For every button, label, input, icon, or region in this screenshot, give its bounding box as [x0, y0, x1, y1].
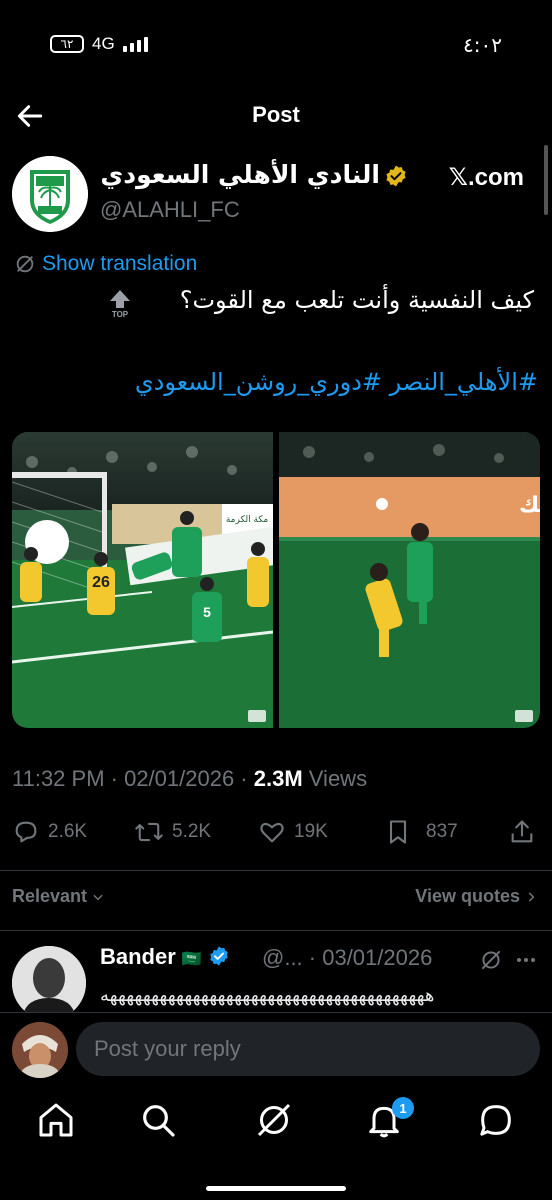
scrollbar[interactable] [544, 145, 548, 215]
status-bar: ٦٢ 4G ٤:٠٢ [0, 0, 552, 90]
bookmark-count: 837 [426, 821, 458, 842]
alahli-logo-icon [12, 156, 88, 232]
chevron-down-icon [93, 894, 103, 900]
notifications-badge: 1 [392, 1097, 414, 1119]
share-button[interactable] [508, 818, 536, 846]
post-actions: 2.6K 5.2K 19K 837 [0, 808, 552, 858]
repost-icon [135, 822, 163, 842]
status-left: ٦٢ 4G [50, 34, 148, 54]
heart-icon [260, 822, 284, 843]
match-photo-goal: مكة الكرمة 26 5 [12, 432, 273, 728]
top-emoji-icon: TOP [110, 290, 130, 318]
show-translation-label: Show translation [42, 252, 198, 275]
reply-avatar-image [12, 946, 86, 1020]
source-label[interactable]: 𝕏.com [449, 163, 524, 192]
reply-text: هههههههههههههههههههههههههههههههههههههههه [100, 985, 435, 1005]
post-meta: 11:32 PM · 02/01/2026 · 2.3M Views [12, 766, 367, 792]
grok-tab-icon[interactable] [254, 1100, 294, 1140]
view-quotes-link[interactable]: View quotes [415, 886, 538, 907]
reply-input-placeholder: Post your reply [94, 1036, 241, 1061]
grok-icon[interactable] [478, 947, 504, 973]
media-image-1[interactable]: مكة الكرمة 26 5 [12, 432, 273, 728]
match-photo-header: ي الوجود بخطوتك [279, 432, 540, 728]
more-options-icon[interactable] [514, 948, 538, 972]
sort-label: Relevant [12, 886, 88, 906]
views-label: Views [302, 766, 368, 791]
reply-input[interactable]: Post your reply [76, 1022, 540, 1076]
sort-relevant-dropdown[interactable]: Relevant [12, 886, 105, 907]
banner-text: ي الوجود بخطوتك [519, 493, 540, 518]
reply-button[interactable]: 2.6K [12, 818, 87, 846]
ad-board-text: مكة الكرمة [226, 515, 268, 525]
repost-count: 5.2K [172, 821, 212, 842]
reply-icon [15, 821, 37, 843]
home-indicator[interactable] [206, 1186, 346, 1191]
post-timestamp: 11:32 PM · 02/01/2026 · [12, 766, 254, 791]
account-name[interactable]: النادي الأهلي السعودي [100, 160, 380, 189]
player-number-5: 5 [203, 604, 211, 620]
divider [0, 870, 552, 871]
view-quotes-label: View quotes [415, 886, 520, 906]
bottom-tab-bar [0, 1090, 552, 1150]
like-count: 19K [294, 821, 328, 842]
reply-author[interactable]: Bander 🇸🇦 [100, 944, 230, 970]
page-title: Post [252, 102, 300, 127]
chevron-right-icon [528, 891, 535, 902]
verified-gold-icon[interactable] [384, 164, 408, 188]
signal-icon [122, 36, 148, 52]
divider [0, 930, 552, 931]
account-handle[interactable]: @ALAHLI_FC [100, 197, 240, 223]
account-avatar[interactable] [12, 156, 88, 232]
my-avatar-image [12, 1022, 68, 1078]
home-icon[interactable] [36, 1100, 76, 1140]
show-translation-link[interactable]: Show translation [14, 252, 197, 276]
flag-icon: 🇸🇦 [181, 951, 202, 968]
reply-avatar[interactable] [12, 946, 86, 1020]
reply-author-name: Bander [100, 944, 176, 969]
bookmark-icon [389, 820, 407, 844]
my-avatar[interactable] [12, 1022, 68, 1078]
translate-icon [16, 255, 34, 273]
search-icon[interactable] [138, 1100, 178, 1140]
svg-text:TOP: TOP [112, 310, 129, 318]
like-button[interactable]: 19K [258, 818, 328, 846]
messages-icon[interactable] [476, 1100, 516, 1140]
bookmark-button[interactable]: 837 [384, 818, 458, 846]
player-number-26: 26 [92, 574, 110, 591]
reply-handle-date: @... · 03/01/2026 [262, 945, 433, 970]
views-count: 2.3M [253, 766, 303, 791]
post-text: كيف النفسية وأنت تلعب مع القوت؟ [179, 286, 534, 314]
reply-count: 2.6K [48, 821, 88, 842]
post-hashtags[interactable]: #الأهلي_النصر #دوري_روشن_السعودي [135, 368, 538, 396]
battery-icon: ٦٢ [50, 35, 84, 53]
battery-level: ٦٢ [60, 37, 74, 51]
clock: ٤:٠٢ [463, 33, 502, 57]
verified-blue-icon [210, 946, 228, 966]
share-icon [511, 820, 533, 843]
media-image-2[interactable]: ي الوجود بخطوتك [279, 432, 540, 728]
repost-button[interactable]: 5.2K [134, 818, 211, 846]
network-label: 4G [92, 34, 115, 53]
